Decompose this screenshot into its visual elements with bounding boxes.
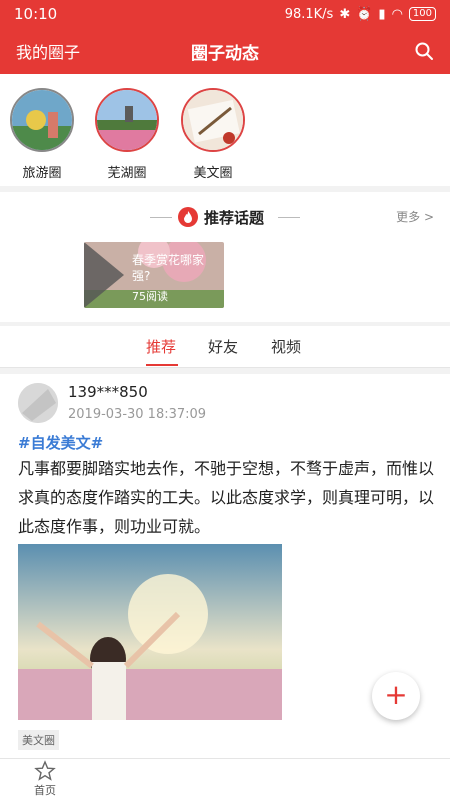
status-indicators: 98.1K/s ✱ ⏰ ▮ ◠ 100 (285, 7, 436, 22)
post-hashtag[interactable]: #自发美文# (18, 432, 103, 453)
wifi-icon: ◠ (391, 6, 403, 22)
divider-line (278, 217, 300, 218)
alarm-icon: ⏰ (356, 6, 373, 22)
post-username[interactable]: 139***850 (68, 383, 148, 401)
divider-line (150, 217, 172, 218)
status-time: 10:10 (14, 5, 58, 23)
recommended-topics-section: 推荐话题 更多 > 春季赏花哪家强? 75阅读 (0, 192, 450, 322)
topic-card[interactable]: 春季赏花哪家强? 75阅读 (84, 242, 224, 308)
nav-item-home[interactable]: 首页 (26, 759, 64, 798)
avatar[interactable] (18, 383, 58, 423)
topic-title: 春季赏花哪家强? (132, 253, 205, 283)
app-bar: 我的圈子 圈子动态 (0, 28, 450, 74)
search-icon[interactable] (414, 41, 434, 61)
circle-essay-image (181, 88, 245, 152)
circle-item-wuhu[interactable]: 芜湖圈 (94, 88, 160, 181)
more-topics-link[interactable]: 更多 > (396, 208, 434, 225)
topics-header: 推荐话题 更多 > (0, 206, 450, 228)
topics-title: 推荐话题 (204, 209, 265, 227)
status-bar: 10:10 98.1K/s ✱ ⏰ ▮ ◠ 100 (0, 0, 450, 28)
signal-icon: ▮ (378, 6, 386, 22)
feed-tabs: 推荐 好友 视频 (0, 326, 450, 368)
circle-label: 美文圈 (193, 166, 233, 181)
circle-item-essay[interactable]: 美文圈 (180, 88, 246, 181)
post-image[interactable] (18, 544, 282, 720)
tab-friends[interactable]: 好友 (208, 336, 238, 357)
fire-icon (178, 207, 198, 227)
tab-videos[interactable]: 视频 (271, 336, 301, 357)
post-time: 2019-03-30 18:37:09 (68, 407, 207, 422)
star-icon (34, 760, 56, 781)
my-circles-button[interactable]: 我的圈子 (16, 39, 80, 63)
bottom-nav: 首页 (0, 758, 450, 800)
circle-label: 旅游圈 (22, 166, 62, 181)
add-post-button[interactable]: + (372, 672, 420, 720)
bluetooth-icon: ✱ (339, 6, 351, 22)
topic-reads: 75阅读 (132, 290, 168, 303)
circle-label: 芜湖圈 (107, 166, 147, 181)
circle-item-travel[interactable]: 旅游圈 (9, 88, 75, 181)
network-speed: 98.1K/s (284, 6, 334, 22)
post-circle-tag[interactable]: 美文圈 (18, 730, 59, 750)
battery-icon: 100 (408, 7, 436, 21)
tab-recommended[interactable]: 推荐 (146, 336, 176, 357)
post-content: 凡事都要脚踏实地去作，不驰于空想，不骛于虚声，而惟以求真的态度作踏实的工夫。以此… (18, 459, 435, 536)
circles-row: 旅游圈 芜湖圈 美文圈 (0, 74, 450, 186)
circle-travel-image (10, 88, 74, 152)
active-tab-indicator (146, 364, 178, 366)
nav-home-label: 首页 (34, 784, 56, 797)
circle-wuhu-image (95, 88, 159, 152)
